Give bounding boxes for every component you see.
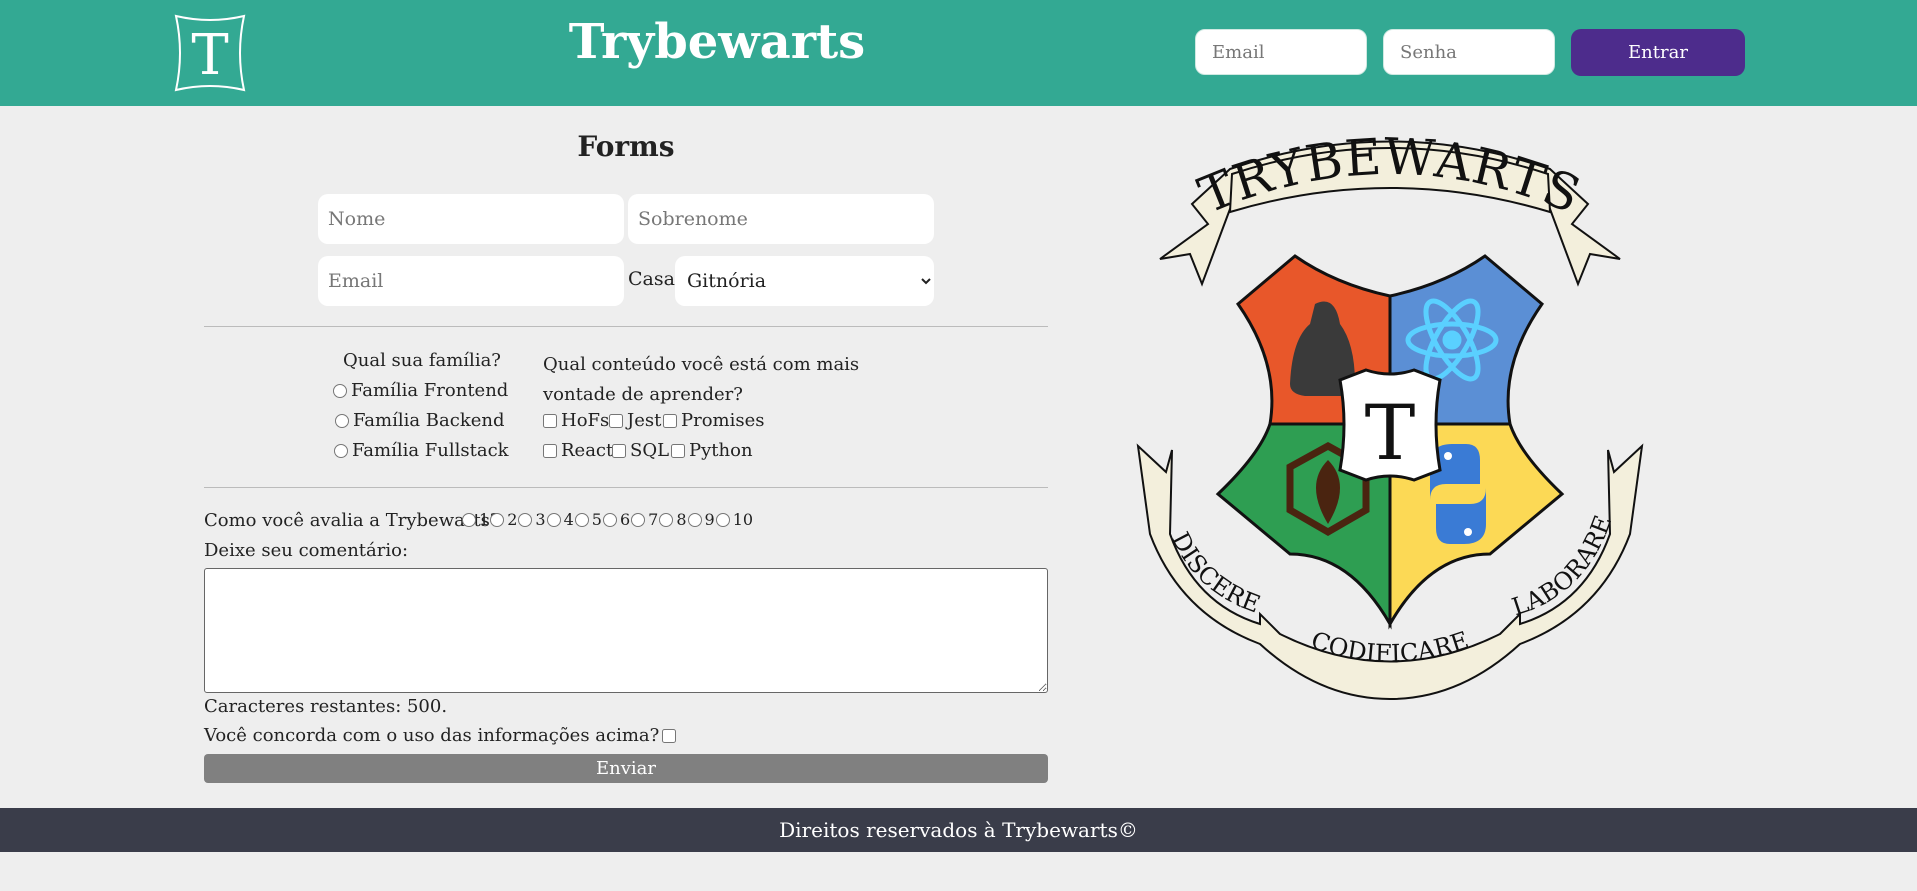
content-option-react[interactable]: React bbox=[543, 440, 613, 461]
content-option-label: Jest bbox=[627, 410, 662, 431]
login-button[interactable]: Entrar bbox=[1571, 29, 1745, 76]
last-name-input[interactable] bbox=[628, 194, 934, 244]
content-checkbox-python[interactable] bbox=[671, 443, 685, 458]
family-question: Qual sua família? bbox=[343, 350, 501, 371]
chars-remaining: Caracteres restantes: 500. bbox=[204, 696, 448, 717]
rating-radio[interactable] bbox=[659, 512, 674, 527]
login-email-input[interactable] bbox=[1195, 29, 1367, 75]
family-option-fullstack[interactable]: Família Fullstack bbox=[334, 440, 509, 461]
content-checkbox-promises[interactable] bbox=[663, 413, 677, 428]
rating-label: 3 bbox=[535, 510, 546, 529]
footer: Direitos reservados à Trybewarts© bbox=[0, 808, 1917, 852]
comment-label: Deixe seu comentário: bbox=[204, 540, 409, 561]
divider bbox=[204, 487, 1048, 488]
submit-button[interactable]: Enviar bbox=[204, 754, 1048, 783]
rating-radio[interactable] bbox=[631, 512, 646, 527]
rating-radio[interactable] bbox=[574, 512, 589, 527]
content-option-label: SQL bbox=[630, 440, 670, 461]
rating-radio[interactable] bbox=[687, 512, 702, 527]
rating-radio[interactable] bbox=[715, 512, 730, 527]
rating-option[interactable]: 1 bbox=[462, 510, 489, 529]
rating-label: 6 bbox=[619, 510, 631, 529]
family-option-label: Família Frontend bbox=[351, 380, 509, 401]
content-checkbox-hofs[interactable] bbox=[543, 413, 557, 428]
rating-radio[interactable] bbox=[490, 512, 505, 527]
login-password-input[interactable] bbox=[1383, 29, 1555, 75]
first-name-input[interactable] bbox=[318, 194, 624, 244]
family-option-label: Família Fullstack bbox=[352, 440, 509, 461]
family-radio-backend[interactable] bbox=[335, 413, 349, 428]
rating-label: 7 bbox=[648, 510, 659, 529]
rating-label: 1 bbox=[479, 510, 490, 529]
content-question: Qual conteúdo você está com mais vontade… bbox=[543, 354, 860, 405]
agreement-option[interactable]: Você concorda com o uso das informações … bbox=[204, 725, 677, 746]
agreement-checkbox[interactable] bbox=[662, 728, 677, 743]
svg-text:TRYBEWARTS: TRYBEWARTS bbox=[1191, 134, 1589, 225]
rating-option[interactable]: 8 bbox=[659, 510, 687, 529]
content-option-label: Python bbox=[689, 440, 753, 461]
top-header: T Trybewarts Entrar bbox=[0, 0, 1917, 106]
rating-radio[interactable] bbox=[602, 512, 617, 527]
rating-radio[interactable] bbox=[462, 512, 476, 527]
content-checkbox-jest[interactable] bbox=[609, 413, 623, 428]
rating-option[interactable]: 4 bbox=[546, 510, 574, 529]
content-option-python[interactable]: Python bbox=[671, 440, 753, 461]
rating-option[interactable]: 5 bbox=[574, 510, 602, 529]
comment-textarea[interactable] bbox=[204, 568, 1048, 693]
family-option-backend[interactable]: Família Backend bbox=[335, 410, 505, 431]
content-option-label: Promises bbox=[681, 410, 765, 431]
rating-question: Como você avalia a Trybewarts? bbox=[204, 510, 500, 531]
rating-group: 1 2 3 4 5 6 7 8 9 10 bbox=[462, 510, 753, 529]
content-option-jest[interactable]: Jest bbox=[609, 410, 661, 431]
content-option-sql[interactable]: SQL bbox=[612, 440, 669, 461]
content-option-promises[interactable]: Promises bbox=[663, 410, 765, 431]
content-checkbox-react[interactable] bbox=[543, 443, 557, 458]
rating-label: 2 bbox=[507, 510, 518, 529]
content-option-label: HoFs bbox=[561, 410, 610, 431]
footer-text: Direitos reservados à Trybewarts© bbox=[779, 818, 1138, 842]
family-option-label: Família Backend bbox=[353, 410, 505, 431]
rating-radio[interactable] bbox=[518, 512, 533, 527]
house-select[interactable]: Gitnória bbox=[675, 256, 934, 306]
rating-option[interactable]: 7 bbox=[631, 510, 658, 529]
agreement-label: Você concorda com o uso das informações … bbox=[204, 725, 660, 746]
family-radio-fullstack[interactable] bbox=[334, 443, 348, 458]
rating-option[interactable]: 10 bbox=[715, 510, 754, 529]
rating-label: 9 bbox=[704, 510, 715, 529]
rating-label: 4 bbox=[563, 510, 574, 529]
rating-option[interactable]: 6 bbox=[602, 510, 631, 529]
rating-option[interactable]: 9 bbox=[687, 510, 715, 529]
rating-radio[interactable] bbox=[546, 512, 561, 527]
rating-label: 5 bbox=[591, 510, 602, 529]
trybewarts-crest: TRYBEWARTS T DISCERE CODIFICARE LABORARE bbox=[1136, 134, 1644, 701]
family-radio-frontend[interactable] bbox=[333, 383, 347, 398]
content-option-label: React bbox=[561, 440, 614, 461]
crest-letter: T bbox=[1365, 388, 1416, 477]
rating-option[interactable]: 3 bbox=[518, 510, 546, 529]
crest-top-text: TRYBEWARTS bbox=[1191, 134, 1588, 225]
rating-label: 10 bbox=[732, 510, 754, 529]
house-label: Casa: bbox=[628, 268, 682, 290]
form-email-input[interactable] bbox=[318, 256, 624, 306]
rating-option[interactable]: 2 bbox=[490, 510, 517, 529]
content-option-hofs[interactable]: HoFs bbox=[543, 410, 609, 431]
forms-title: Forms bbox=[577, 130, 675, 163]
rating-label: 8 bbox=[676, 510, 687, 529]
content-checkbox-sql[interactable] bbox=[612, 443, 626, 458]
divider bbox=[204, 326, 1048, 327]
family-option-frontend[interactable]: Família Frontend bbox=[333, 380, 508, 401]
